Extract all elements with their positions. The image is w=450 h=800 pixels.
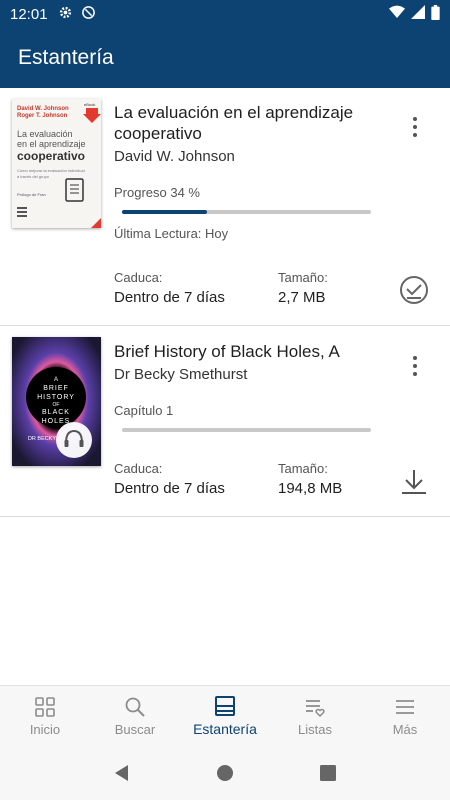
cover-title-line2: en el aprendizaje — [17, 139, 86, 149]
battery-icon — [431, 4, 440, 24]
more-vert-icon — [413, 356, 417, 360]
nav-item-mas[interactable]: Más — [360, 686, 450, 745]
downloaded-check-icon[interactable] — [398, 274, 430, 306]
nav-label: Más — [392, 721, 418, 737]
cover-title-of: OF — [53, 402, 60, 408]
nav-item-listas[interactable]: Listas — [270, 686, 360, 745]
cover-title-black: BLACK — [42, 409, 70, 416]
more-options-button[interactable] — [402, 351, 428, 381]
chapter-label: Capítulo 1 — [114, 403, 174, 418]
cover-title-line1: La evaluación — [17, 129, 73, 139]
size-value: 194,8 MB — [278, 480, 343, 497]
size-value: 2,7 MB — [278, 289, 326, 306]
status-time: 12:01 — [10, 5, 48, 23]
size-label: Tamaño: — [278, 461, 328, 476]
shelf-icon — [215, 696, 235, 716]
svg-text:a través del grupo: a través del grupo — [17, 174, 50, 179]
book-cover[interactable]: David W. Johnson Roger T. Johnson eBook … — [12, 99, 101, 228]
book-author: Dr Becky Smethurst — [114, 366, 248, 383]
cover-author: DR BECKY — [28, 436, 56, 442]
book-title[interactable]: Brief History of Black Holes, A — [114, 341, 384, 362]
last-read-label: Última Lectura: Hoy — [114, 226, 229, 241]
cover-subtitle: Cómo mejorar la evaluación individual — [17, 168, 85, 173]
cover-title-a: A — [54, 377, 58, 383]
nav-item-estanteria[interactable]: Estantería — [180, 686, 270, 745]
status-bar: 12:01 — [0, 0, 450, 28]
more-vert-icon — [413, 117, 417, 121]
audiobook-badge — [56, 422, 92, 458]
progress-fill — [122, 210, 207, 214]
recents-icon[interactable] — [316, 761, 340, 785]
book-item[interactable]: David W. Johnson Roger T. Johnson eBook … — [0, 88, 450, 326]
more-options-button[interactable] — [402, 112, 428, 142]
at-icon — [81, 5, 96, 24]
system-nav-bar — [0, 745, 450, 800]
gear-icon — [58, 5, 73, 24]
progress-bar — [122, 428, 371, 432]
book-item[interactable]: A BRIEF HISTORY OF BLACK HOLES DR BECKY … — [0, 326, 450, 517]
expires-value: Dentro de 7 días — [114, 289, 225, 306]
cover-title-line3: cooperativo — [17, 149, 85, 163]
home-icon[interactable] — [213, 761, 237, 785]
list-heart-icon — [306, 699, 325, 717]
nav-item-buscar[interactable]: Buscar — [90, 686, 180, 745]
cover-authors-line1: David W. Johnson — [17, 106, 69, 112]
nav-label: Estantería — [193, 721, 257, 737]
search-icon — [125, 697, 145, 717]
cover-prologue: Prólogo de Fran — [17, 192, 46, 197]
nav-item-inicio[interactable]: Inicio — [0, 686, 90, 745]
shelf-list: David W. Johnson Roger T. Johnson eBook … — [0, 88, 450, 517]
book-author: David W. Johnson — [114, 148, 235, 165]
expires-label: Caduca: — [114, 270, 163, 285]
expires-value: Dentro de 7 días — [114, 480, 225, 497]
nav-label: Listas — [298, 721, 332, 737]
grid-icon — [35, 696, 55, 717]
bottom-nav: Inicio Buscar Estantería Listas Más — [0, 685, 450, 745]
size-label: Tamaño: — [278, 270, 328, 285]
cover-authors-line2: Roger T. Johnson — [17, 113, 68, 119]
back-icon[interactable] — [110, 761, 134, 785]
nav-label: Inicio — [29, 721, 61, 737]
nav-label: Buscar — [114, 721, 156, 737]
wifi-icon — [389, 5, 405, 23]
expires-label: Caduca: — [114, 461, 163, 476]
download-icon[interactable] — [398, 465, 430, 497]
signal-icon — [411, 5, 425, 23]
progress-label: Progreso 34 % — [114, 185, 200, 200]
cover-badge: eBook — [84, 102, 95, 107]
app-bar: Estantería — [0, 28, 450, 88]
book-cover[interactable]: A BRIEF HISTORY OF BLACK HOLES DR BECKY — [12, 337, 101, 466]
cover-title-history: HISTORY — [37, 394, 75, 401]
cover-title-brief: BRIEF — [43, 385, 69, 392]
book-title[interactable]: La evaluación en el aprendizaje cooperat… — [114, 102, 384, 144]
page-title: Estantería — [18, 46, 114, 69]
progress-bar — [122, 210, 371, 214]
menu-icon — [396, 699, 414, 714]
